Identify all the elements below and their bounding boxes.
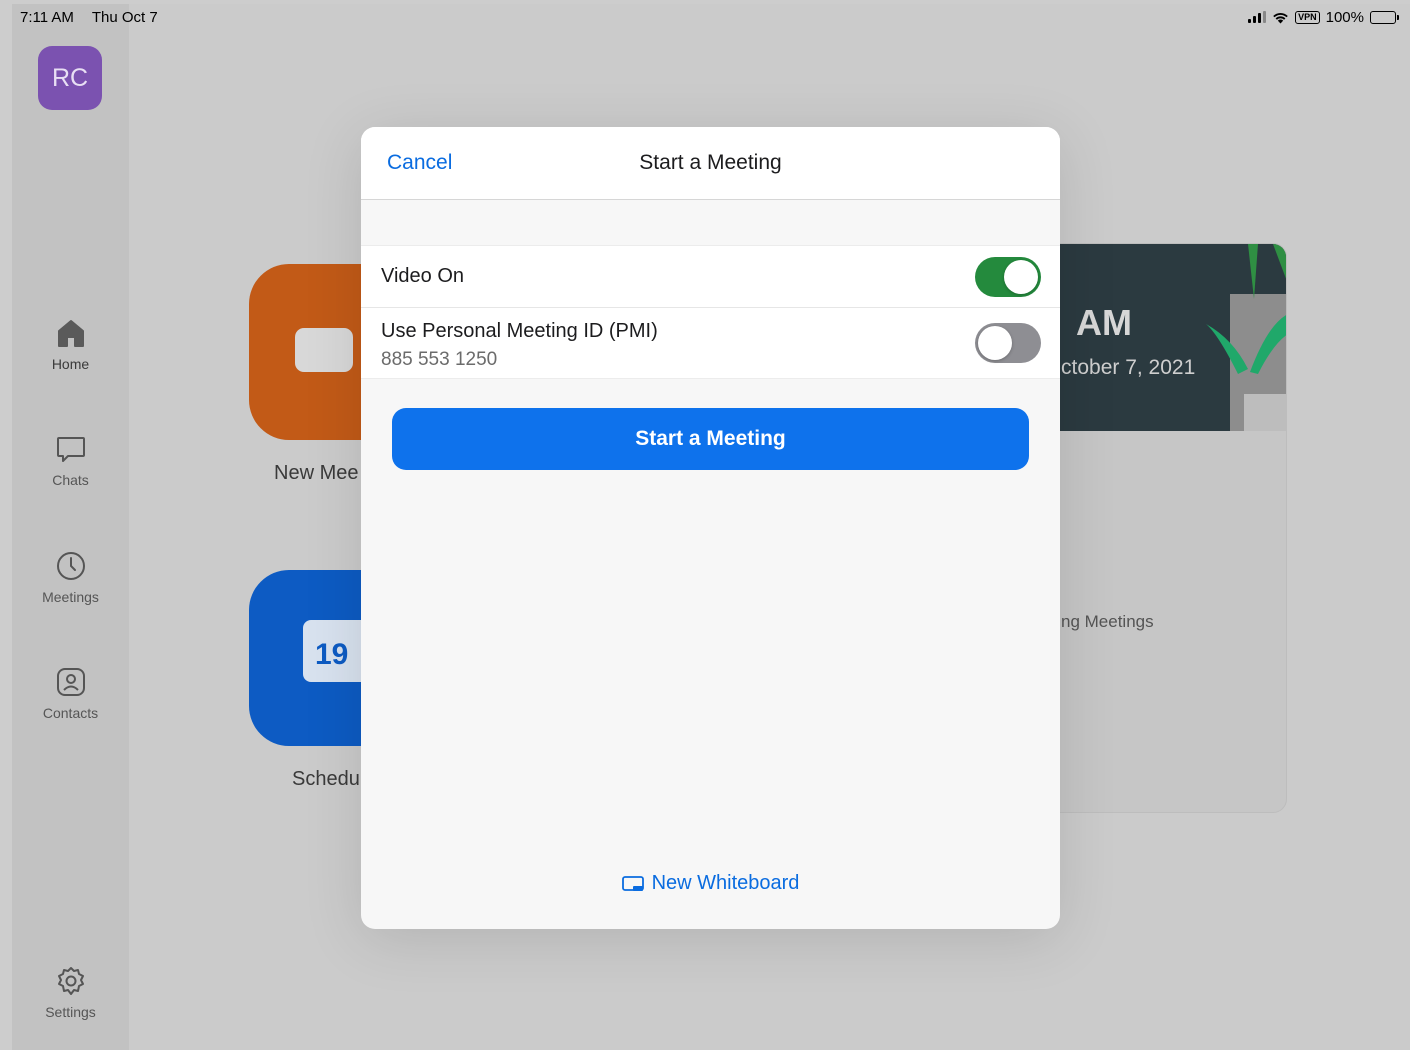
- gear-icon: [57, 967, 84, 995]
- start-meeting-button[interactable]: Start a Meeting: [392, 408, 1029, 470]
- sidebar-item-home[interactable]: Home: [12, 316, 129, 372]
- clock-icon: [56, 552, 85, 580]
- toggle-knob: [1004, 260, 1038, 294]
- wifi-icon: [1273, 12, 1288, 23]
- sidebar: RC Home Chats Meetings Contacts Settings: [12, 4, 129, 1050]
- sidebar-item-label: Chats: [52, 472, 89, 488]
- meeting-options-group: Video On Use Personal Meeting ID (PMI) 8…: [361, 245, 1060, 379]
- cellular-signal-icon: [1248, 11, 1267, 23]
- status-date: Thu Oct 7: [91, 8, 158, 26]
- pmi-number: 885 553 1250: [381, 349, 498, 370]
- home-icon: [57, 320, 84, 347]
- contact-icon: [56, 668, 85, 696]
- battery-icon: [1370, 10, 1399, 24]
- whiteboard-icon: [621, 875, 644, 891]
- card-upcoming-text: ng Meetings: [1061, 612, 1154, 631]
- start-meeting-modal: Cancel Start a Meeting Video On Use Pers…: [361, 127, 1060, 929]
- battery-percent: 100%: [1325, 8, 1364, 26]
- plant-illustration: [1206, 244, 1286, 431]
- sidebar-item-label: Settings: [45, 1004, 96, 1020]
- vpn-badge: VPN: [1295, 10, 1320, 24]
- card-date: ctober 7, 2021: [1061, 356, 1196, 379]
- sidebar-item-label: Meetings: [42, 589, 99, 605]
- sidebar-item-settings[interactable]: Settings: [12, 964, 129, 1020]
- sidebar-item-chats[interactable]: Chats: [12, 432, 129, 488]
- pmi-toggle[interactable]: [975, 323, 1041, 363]
- status-bar-right: VPN 100%: [1248, 8, 1399, 26]
- avatar[interactable]: RC: [38, 46, 102, 110]
- pmi-row: Use Personal Meeting ID (PMI) 885 553 12…: [361, 308, 1060, 378]
- status-time: 7:11 AM: [20, 8, 74, 26]
- sidebar-item-label: Contacts: [42, 705, 99, 721]
- video-on-row: Video On: [361, 246, 1060, 308]
- toggle-knob: [978, 326, 1012, 360]
- new-meeting-label: New Mee: [274, 462, 359, 484]
- sidebar-item-meetings[interactable]: Meetings: [12, 549, 129, 605]
- video-on-label: Video On: [381, 265, 465, 287]
- status-bar-left: 7:11 AM Thu Oct 7: [20, 9, 172, 26]
- new-whiteboard-link[interactable]: New Whiteboard: [361, 872, 1060, 895]
- calendar-day: 19: [315, 638, 349, 671]
- pmi-label: Use Personal Meeting ID (PMI): [381, 320, 658, 342]
- sidebar-item-contacts[interactable]: Contacts: [12, 665, 129, 721]
- sidebar-item-label: Home: [51, 356, 90, 372]
- video-on-toggle[interactable]: [975, 257, 1041, 297]
- chat-bubble-icon: [56, 437, 85, 462]
- status-bar: 7:11 AM Thu Oct 7 VPN 100%: [0, 0, 1410, 34]
- modal-header: Cancel Start a Meeting: [361, 127, 1060, 200]
- card-time: AM: [1076, 302, 1132, 343]
- schedule-label: Schedu: [292, 768, 360, 790]
- new-whiteboard-label: New Whiteboard: [651, 872, 800, 894]
- modal-title: Start a Meeting: [639, 151, 782, 174]
